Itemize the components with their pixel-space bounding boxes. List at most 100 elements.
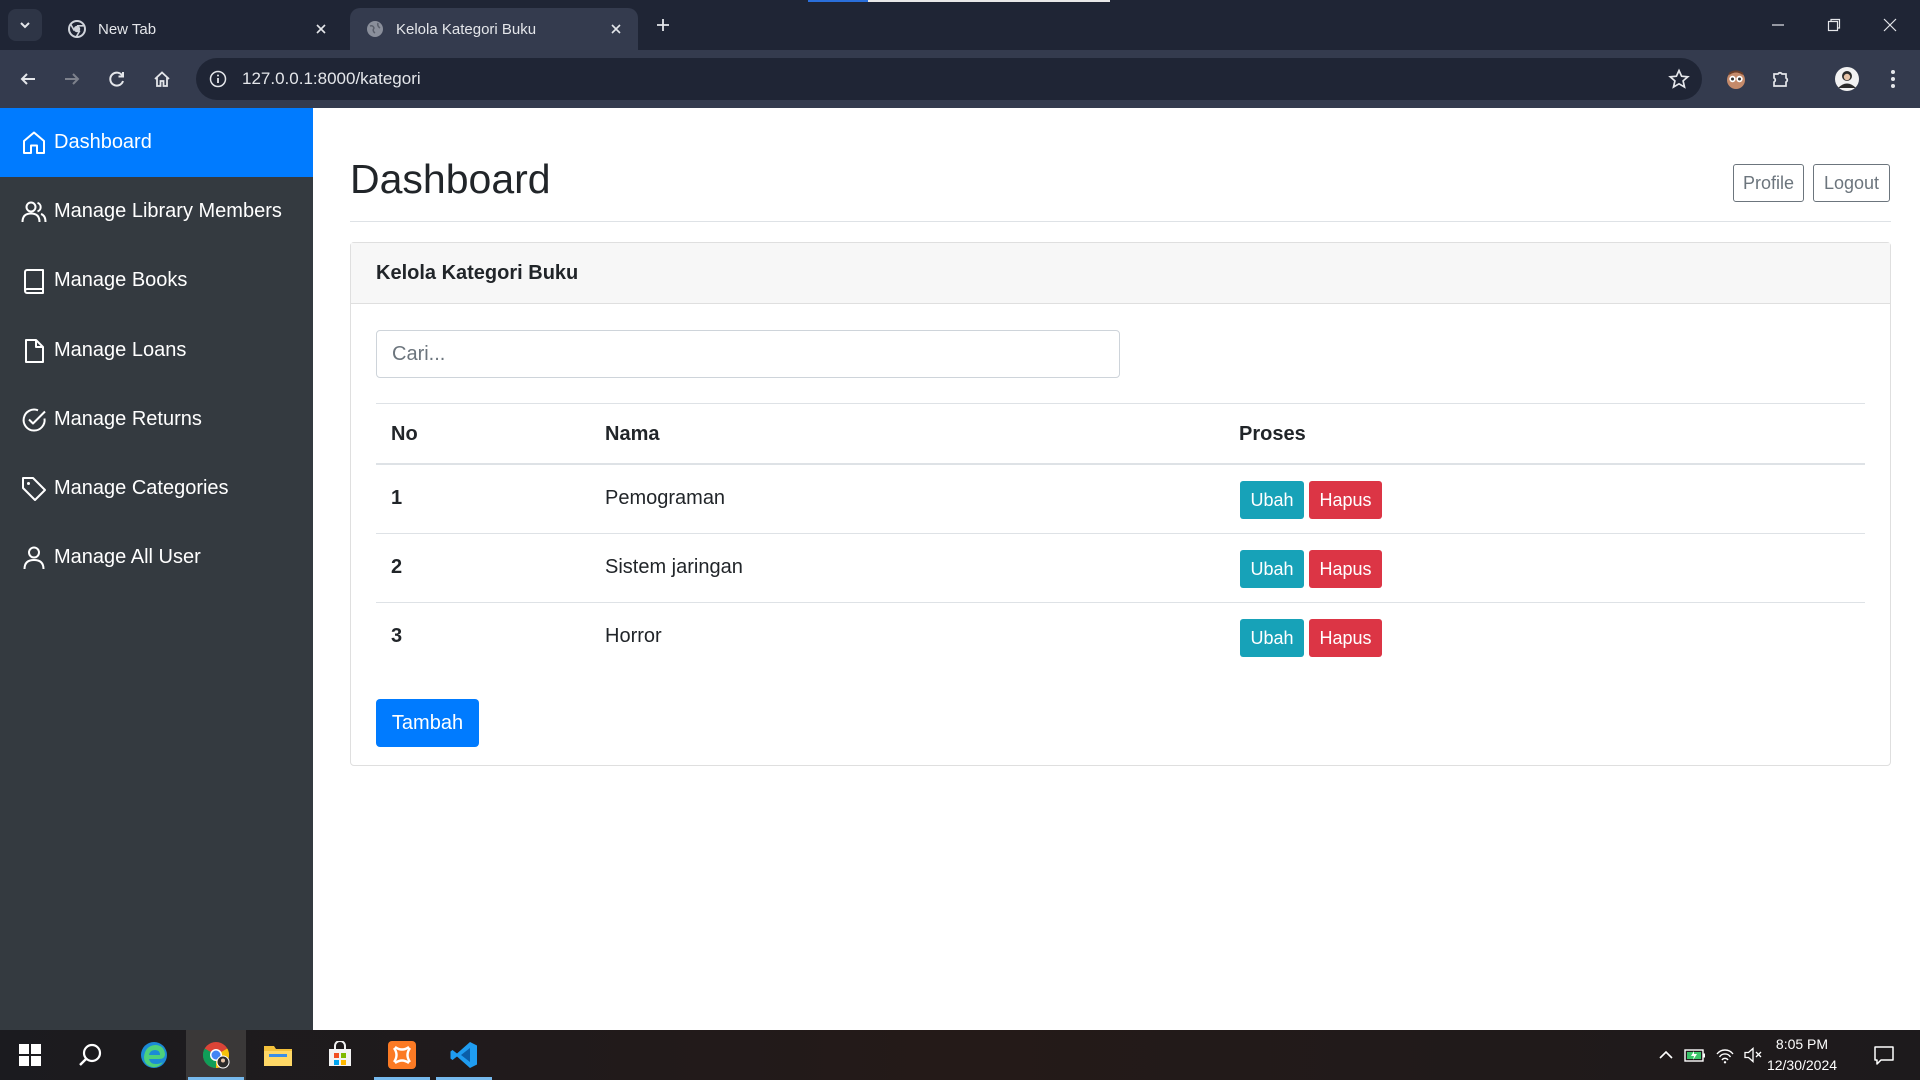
vscode-icon	[450, 1042, 477, 1068]
arrow-left-icon	[20, 73, 35, 85]
taskbar-file-explorer[interactable]	[248, 1030, 308, 1080]
edit-button[interactable]: Ubah	[1240, 550, 1304, 588]
sidebar-item-categories[interactable]: Manage Categories	[0, 454, 313, 523]
delete-button[interactable]: Hapus	[1309, 550, 1382, 588]
back-button[interactable]	[11, 62, 45, 96]
sidebar-item-library-members[interactable]: Manage Library Members	[0, 177, 313, 246]
globe-icon	[367, 21, 383, 37]
close-window-button[interactable]	[1870, 8, 1910, 42]
extensions-button[interactable]	[1764, 62, 1798, 96]
tag-icon	[22, 476, 46, 501]
sidebar-item-label: Manage Library Members	[54, 200, 282, 222]
taskbar-vscode[interactable]	[434, 1030, 494, 1080]
info-icon	[209, 70, 227, 88]
header-divider	[350, 221, 1891, 222]
table-row: 2 Sistem jaringan Ubah Hapus	[376, 534, 1865, 603]
battery-indicator[interactable]	[1682, 1030, 1708, 1080]
home-button[interactable]	[145, 62, 179, 96]
taskbar-microsoft-store[interactable]	[310, 1030, 370, 1080]
browser-toolbar: 127.0.0.1:8000/kategori	[0, 50, 1920, 108]
network-indicator[interactable]	[1712, 1030, 1738, 1080]
user-icon	[23, 546, 45, 569]
table-row: 3 Horror Ubah Hapus	[376, 603, 1865, 672]
add-category-button[interactable]: Tambah	[376, 699, 479, 747]
taskbar-edge[interactable]	[124, 1030, 184, 1080]
microsoft-store-icon	[329, 1041, 351, 1066]
extension-mascot-icon	[1727, 70, 1745, 89]
category-card: Kelola Kategori Buku No Nama Proses 1 Pe…	[350, 242, 1891, 766]
column-header-no: No	[391, 422, 418, 445]
close-icon	[316, 24, 326, 34]
delete-button[interactable]: Hapus	[1309, 619, 1382, 657]
tab-strip-indicator-light	[868, 0, 1110, 2]
clock-time: 8:05 PM	[1775, 1036, 1829, 1052]
windows-taskbar	[0, 1030, 1920, 1080]
tab-title: New Tab	[98, 20, 157, 38]
browser-tab-bar: New Tab Kelola Kategori Buku	[0, 0, 1920, 50]
profile-button[interactable]: Profile	[1733, 164, 1804, 202]
tray-overflow-button[interactable]	[1654, 1030, 1678, 1080]
xampp-icon	[388, 1041, 416, 1069]
row-number: 1	[391, 486, 403, 509]
logout-button[interactable]: Logout	[1813, 164, 1890, 202]
address-bar[interactable]: 127.0.0.1:8000/kategori	[196, 58, 1702, 100]
bookmark-button[interactable]	[1668, 68, 1690, 90]
page-title: Dashboard	[350, 156, 551, 202]
sidebar-item-label: Manage Loans	[54, 339, 187, 361]
sidebar-item-books[interactable]: Manage Books	[0, 246, 313, 315]
notification-icon	[1874, 1046, 1894, 1065]
sidebar-item-label: Manage Books	[54, 269, 188, 291]
puzzle-icon	[1773, 71, 1789, 87]
taskbar-chrome[interactable]	[186, 1030, 246, 1080]
delete-button[interactable]: Hapus	[1309, 481, 1382, 519]
table-row: 1 Pemograman Ubah Hapus	[376, 465, 1865, 534]
tab-strip-indicator	[808, 0, 868, 2]
taskbar-xampp[interactable]	[372, 1030, 432, 1080]
chrome-icon	[68, 20, 86, 38]
star-icon	[1668, 68, 1690, 89]
chrome-icon	[202, 1042, 230, 1069]
profile-avatar-button[interactable]	[1830, 62, 1864, 96]
chevron-down-icon	[20, 22, 30, 29]
extension-button[interactable]	[1719, 62, 1753, 96]
restore-button[interactable]	[1814, 8, 1854, 42]
tab-title: Kelola Kategori Buku	[396, 20, 537, 38]
file-explorer-icon	[264, 1046, 292, 1066]
row-category-name: Horror	[605, 624, 662, 647]
start-button[interactable]	[0, 1030, 60, 1080]
file-icon	[25, 338, 44, 363]
minimize-button[interactable]	[1758, 8, 1798, 42]
tab-close-button[interactable]	[311, 19, 331, 39]
tab-new-tab[interactable]: New Tab	[52, 8, 343, 50]
tab-kelola-kategori-buku[interactable]: Kelola Kategori Buku	[350, 8, 638, 50]
new-tab-button[interactable]	[650, 12, 676, 38]
taskbar-clock[interactable]: 8:05 PM 12/30/2024	[1752, 1030, 1852, 1080]
tab-search-button[interactable]	[8, 9, 42, 41]
edit-button[interactable]: Ubah	[1240, 481, 1304, 519]
sidebar-item-loans[interactable]: Manage Loans	[0, 316, 313, 385]
avatar-icon	[1835, 67, 1859, 91]
search-input[interactable]	[376, 330, 1120, 378]
forward-button[interactable]	[55, 62, 89, 96]
book-icon	[24, 268, 44, 294]
edit-button[interactable]: Ubah	[1240, 619, 1304, 657]
browser-menu-button[interactable]	[1876, 62, 1910, 96]
table-header: No Nama Proses	[376, 403, 1865, 465]
reload-icon	[109, 71, 124, 87]
sidebar-item-returns[interactable]: Manage Returns	[0, 385, 313, 454]
kebab-menu-icon	[1891, 70, 1895, 88]
sidebar-item-all-user[interactable]: Manage All User	[0, 523, 313, 592]
notification-center-button[interactable]	[1866, 1030, 1902, 1080]
search-icon	[79, 1043, 102, 1066]
clock-date: 12/30/2024	[1766, 1057, 1838, 1073]
row-number: 3	[391, 624, 403, 647]
site-info-button[interactable]	[204, 65, 232, 93]
tab-close-button[interactable]	[606, 19, 626, 39]
taskbar-search-button[interactable]	[60, 1030, 120, 1080]
home-icon	[23, 131, 45, 154]
card-title: Kelola Kategori Buku	[351, 243, 1890, 304]
home-icon	[154, 71, 170, 87]
close-icon	[1883, 18, 1897, 32]
sidebar-item-dashboard[interactable]: Dashboard	[0, 108, 313, 177]
reload-button[interactable]	[100, 62, 134, 96]
